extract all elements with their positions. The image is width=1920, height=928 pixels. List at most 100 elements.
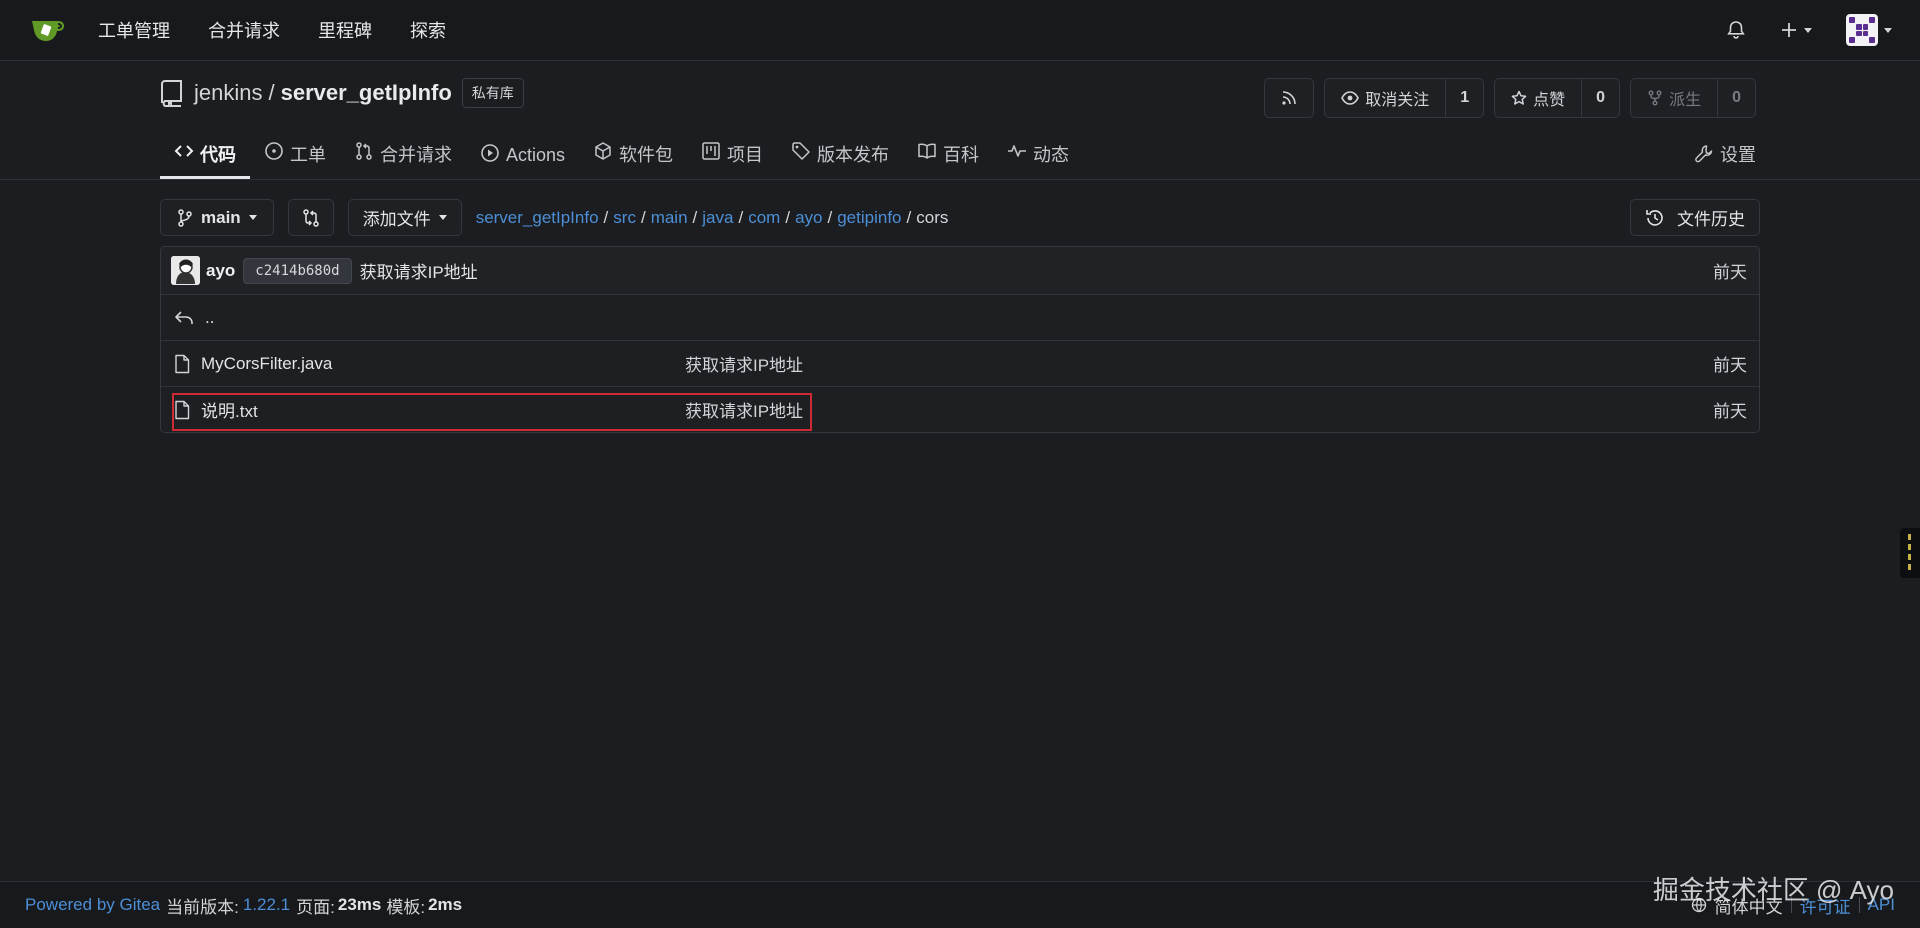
repo-title-separator: /	[268, 80, 275, 105]
top-right-actions	[1726, 14, 1892, 46]
tab-pull-requests-label: 合并请求	[380, 145, 452, 165]
compare-button[interactable]	[287, 199, 334, 236]
file-name-link[interactable]: MyCorsFilter.java	[201, 354, 332, 374]
reply-arrow-icon	[173, 308, 195, 328]
file-time: 前天	[1713, 402, 1747, 421]
repo-owner-link[interactable]: jenkins	[194, 80, 262, 106]
tab-actions[interactable]: Actions	[466, 137, 579, 179]
play-circle-icon	[480, 141, 500, 163]
tab-wiki[interactable]: 百科	[903, 137, 993, 179]
parent-directory-row[interactable]: ..	[161, 294, 1759, 340]
private-badge: 私有库	[461, 78, 524, 108]
repo-title: jenkins / server_getIpInfo 私有库	[160, 78, 524, 108]
chevron-down-icon	[438, 215, 447, 220]
fork-button-group: 派生 0	[1630, 78, 1756, 118]
tab-code[interactable]: 代码	[160, 137, 250, 179]
commit-author[interactable]: ayo	[206, 261, 235, 281]
tab-projects[interactable]: 项目	[687, 137, 777, 179]
nav-milestones[interactable]: 里程碑	[318, 17, 372, 43]
eye-icon	[1341, 91, 1360, 105]
parent-directory-link[interactable]: ..	[205, 308, 214, 328]
file-history-button[interactable]: 文件历史	[1630, 199, 1760, 236]
breadcrumb-separator: /	[640, 207, 646, 227]
rss-icon	[1281, 90, 1297, 106]
package-icon	[593, 141, 613, 161]
tag-icon	[791, 141, 811, 161]
notification-bell-icon[interactable]	[1726, 20, 1746, 40]
tab-packages-label: 软件包	[619, 145, 674, 165]
file-icon	[173, 354, 191, 374]
side-scroll-handle[interactable]	[1900, 528, 1920, 578]
branch-name: main	[201, 207, 241, 227]
tab-settings[interactable]: 设置	[1694, 141, 1756, 167]
fork-icon	[1647, 90, 1663, 106]
watch-count[interactable]: 1	[1445, 79, 1483, 117]
commit-time: 前天	[1713, 263, 1747, 282]
gitea-logo-icon[interactable]	[28, 10, 68, 50]
commit-sha[interactable]: c2414b680d	[243, 257, 352, 284]
project-board-icon	[701, 141, 721, 161]
fork-count[interactable]: 0	[1717, 79, 1755, 117]
file-commit-message[interactable]: 获取请求IP地址	[685, 397, 803, 422]
unwatch-label: 取消关注	[1365, 92, 1430, 109]
watermark: 掘金技术社区 @ Ayo	[1652, 875, 1894, 905]
latest-commit-row: ayo c2414b680d 获取请求IP地址 前天	[161, 247, 1759, 294]
file-list: ayo c2414b680d 获取请求IP地址 前天 .. MyCorsFilt…	[160, 246, 1760, 433]
tab-pull-requests[interactable]: 合并请求	[340, 137, 466, 179]
page-time: 23ms	[337, 895, 382, 914]
tab-issues-label: 工单	[290, 145, 326, 165]
tab-issues[interactable]: 工单	[250, 137, 340, 179]
file-icon	[173, 400, 191, 420]
file-name-link[interactable]: 说明.txt	[201, 397, 258, 422]
footer: Powered by Gitea 当前版本: 1.22.1 页面: 23ms 模…	[0, 881, 1920, 928]
tab-activity-label: 动态	[1033, 145, 1070, 165]
breadcrumb-item-java[interactable]: java	[702, 208, 733, 228]
compare-icon	[301, 208, 321, 228]
breadcrumb-item-repo[interactable]: server_getIpInfo	[476, 208, 599, 228]
breadcrumb-separator: /	[738, 207, 744, 227]
create-new-button[interactable]	[1780, 21, 1812, 39]
tab-activity[interactable]: 动态	[993, 137, 1083, 179]
file-toolbar: main 添加文件 server_getIpInfo / src / main …	[160, 199, 1760, 236]
user-menu-button[interactable]	[1846, 14, 1892, 46]
rss-button[interactable]	[1264, 78, 1315, 118]
unwatch-button[interactable]: 取消关注	[1325, 79, 1445, 117]
breadcrumb-item-src[interactable]: src	[613, 208, 636, 228]
breadcrumb-item-ayo[interactable]: ayo	[795, 208, 822, 228]
template-time-label: 模板:	[386, 897, 426, 917]
pull-request-icon	[354, 141, 374, 161]
version-label: 当前版本:	[166, 897, 239, 917]
breadcrumb-item-main[interactable]: main	[651, 208, 688, 228]
avatar[interactable]	[171, 256, 200, 285]
wrench-icon	[1694, 141, 1714, 167]
file-row: 说明.txt 获取请求IP地址 前天	[161, 386, 1759, 432]
chevron-down-icon	[1804, 27, 1812, 33]
tab-packages[interactable]: 软件包	[579, 137, 687, 179]
repo-tabs: 代码 工单 合并请求 Actions 软件包 项目 版本发布 百科 动态	[160, 137, 1083, 179]
commit-message[interactable]: 获取请求IP地址	[360, 258, 478, 283]
tab-releases[interactable]: 版本发布	[777, 137, 903, 179]
nav-issues-management[interactable]: 工单管理	[98, 17, 170, 43]
add-file-button[interactable]: 添加文件	[347, 199, 462, 236]
plus-icon	[1780, 21, 1798, 39]
rss-feed[interactable]	[1265, 79, 1313, 117]
code-icon	[174, 141, 194, 161]
tab-wiki-label: 百科	[943, 145, 980, 165]
nav-pull-requests[interactable]: 合并请求	[208, 17, 280, 43]
breadcrumb-item-getipinfo[interactable]: getipinfo	[837, 208, 901, 228]
breadcrumb: server_getIpInfo / src / main / java / c…	[476, 208, 949, 228]
powered-by-link[interactable]: Powered by Gitea	[25, 895, 160, 915]
repo-actions: 取消关注 1 点赞 0 派生 0	[1264, 78, 1756, 118]
star-count[interactable]: 0	[1581, 79, 1619, 117]
file-commit-message[interactable]: 获取请求IP地址	[685, 351, 803, 376]
version-link[interactable]: 1.22.1	[243, 895, 290, 915]
breadcrumb-separator: /	[906, 207, 912, 227]
star-button-group: 点赞 0	[1494, 78, 1621, 118]
branch-selector[interactable]: main	[160, 199, 274, 236]
fork-button[interactable]: 派生	[1631, 79, 1717, 117]
breadcrumb-item-com[interactable]: com	[748, 208, 780, 228]
repo-name-link[interactable]: server_getIpInfo	[281, 80, 452, 106]
nav-explore[interactable]: 探索	[410, 17, 446, 43]
star-button[interactable]: 点赞	[1495, 79, 1581, 117]
top-navbar: 工单管理 合并请求 里程碑 探索	[0, 0, 1920, 61]
